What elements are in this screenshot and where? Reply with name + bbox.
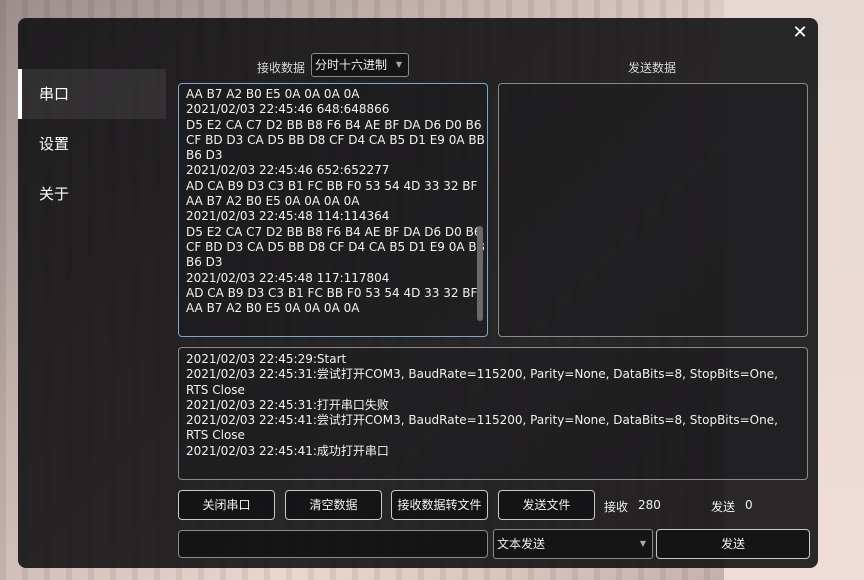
receive-mode-select[interactable]: 分时十六进制 ▼ <box>311 53 409 77</box>
receive-line: D5 E2 CA C7 D2 BB B8 F6 B4 AE BF DA D6 D… <box>186 224 482 239</box>
receive-line: AD CA B9 D3 C3 B1 FC BB F0 53 54 4D 33 3… <box>186 285 478 300</box>
tx-count-label: 发送 <box>711 500 736 514</box>
clear-data-button[interactable]: 清空数据 <box>285 490 382 520</box>
sidebar-item-label: 设置 <box>39 135 70 153</box>
receive-line: 2021/02/03 22:45:46 652:652277 <box>186 163 390 178</box>
sidebar-item-about[interactable]: 关于 <box>18 169 166 219</box>
receive-line: 2021/02/03 22:45:46 648:648866 <box>186 102 390 117</box>
receive-line: CF BD D3 CA D5 BB D8 CF D4 CA B5 D1 E9 0… <box>186 239 485 254</box>
receive-to-file-button[interactable]: 接收数据转文件 <box>391 490 488 520</box>
send-button[interactable]: 发送 <box>656 529 810 559</box>
log-line: 2021/02/03 22:45:41:尝试打开COM3, BaudRate=1… <box>186 413 778 443</box>
receive-line: CF BD D3 CA D5 BB D8 CF D4 CA B5 D1 E9 0… <box>186 132 485 147</box>
log-line: 2021/02/03 22:45:41:成功打开串口 <box>186 443 389 458</box>
receive-scrollbar[interactable] <box>477 226 483 321</box>
receive-line: AA B7 A2 B0 E5 0A 0A 0A 0A <box>186 87 360 101</box>
log-lines: 2021/02/03 22:45:29:Start 2021/02/03 22:4… <box>186 352 800 459</box>
receive-line: 2021/02/03 22:45:48 114:114364 <box>186 209 390 224</box>
chevron-down-icon: ▼ <box>639 539 646 548</box>
send-file-button[interactable]: 发送文件 <box>498 490 595 520</box>
send-text-input[interactable] <box>178 530 488 558</box>
send-data-label: 发送数据 <box>628 61 677 75</box>
sidebar-item-label: 关于 <box>39 185 70 203</box>
receive-mode-value: 分时十六进制 <box>315 58 388 72</box>
log-line: 2021/02/03 22:45:29:Start <box>186 352 347 366</box>
sidebar-item-settings[interactable]: 设置 <box>18 119 166 169</box>
receive-line: AA B7 A2 B0 E5 0A 0A 0A 0A <box>186 301 360 316</box>
receive-line: AA B7 A2 B0 E5 0A 0A 0A 0A <box>186 194 360 209</box>
log-line: 2021/02/03 22:45:31:打开串口失败 <box>186 397 389 412</box>
close-port-button[interactable]: 关闭串口 <box>178 490 275 520</box>
send-text-value <box>179 537 184 551</box>
receive-line: D5 E2 CA C7 D2 BB B8 F6 B4 AE BF DA D6 D… <box>186 117 482 132</box>
log-textarea[interactable]: 2021/02/03 22:45:29:Start 2021/02/03 22:4… <box>178 347 808 480</box>
sidebar-item-serial[interactable]: 串口 <box>18 69 166 119</box>
send-mode-value: 文本发送 <box>497 537 546 551</box>
receive-lines: AA B7 A2 B0 E5 0A 0A 0A 0A 2021/02/03 22:… <box>186 87 485 316</box>
chevron-down-icon: ▼ <box>395 60 402 69</box>
receive-data-label: 接收数据 <box>257 61 306 75</box>
receive-line: AD CA B9 D3 C3 B1 FC BB F0 53 54 4D 33 3… <box>186 178 478 193</box>
close-button[interactable]: ✕ <box>790 23 810 43</box>
rx-count-label: 接收 <box>604 500 629 514</box>
receive-data-textarea[interactable]: AA B7 A2 B0 E5 0A 0A 0A 0A 2021/02/03 22:… <box>178 83 488 337</box>
receive-line: B6 D3 <box>186 255 223 270</box>
app-window: ✕ 串口 设置 关于 接收数据 分时十六进制 ▼ 发送数据 AA B7 A2 B… <box>18 18 818 568</box>
log-line: 2021/02/03 22:45:31:尝试打开COM3, BaudRate=1… <box>186 367 778 397</box>
receive-line: B6 D3 <box>186 148 223 163</box>
receive-line: 2021/02/03 22:45:48 117:117804 <box>186 270 390 285</box>
rx-count-value: 280 <box>638 498 661 512</box>
tx-count-value: 0 <box>745 498 753 512</box>
send-data-textarea[interactable] <box>498 83 808 337</box>
sidebar-item-label: 串口 <box>39 85 70 103</box>
send-mode-select[interactable]: 文本发送 ▼ <box>493 529 653 559</box>
